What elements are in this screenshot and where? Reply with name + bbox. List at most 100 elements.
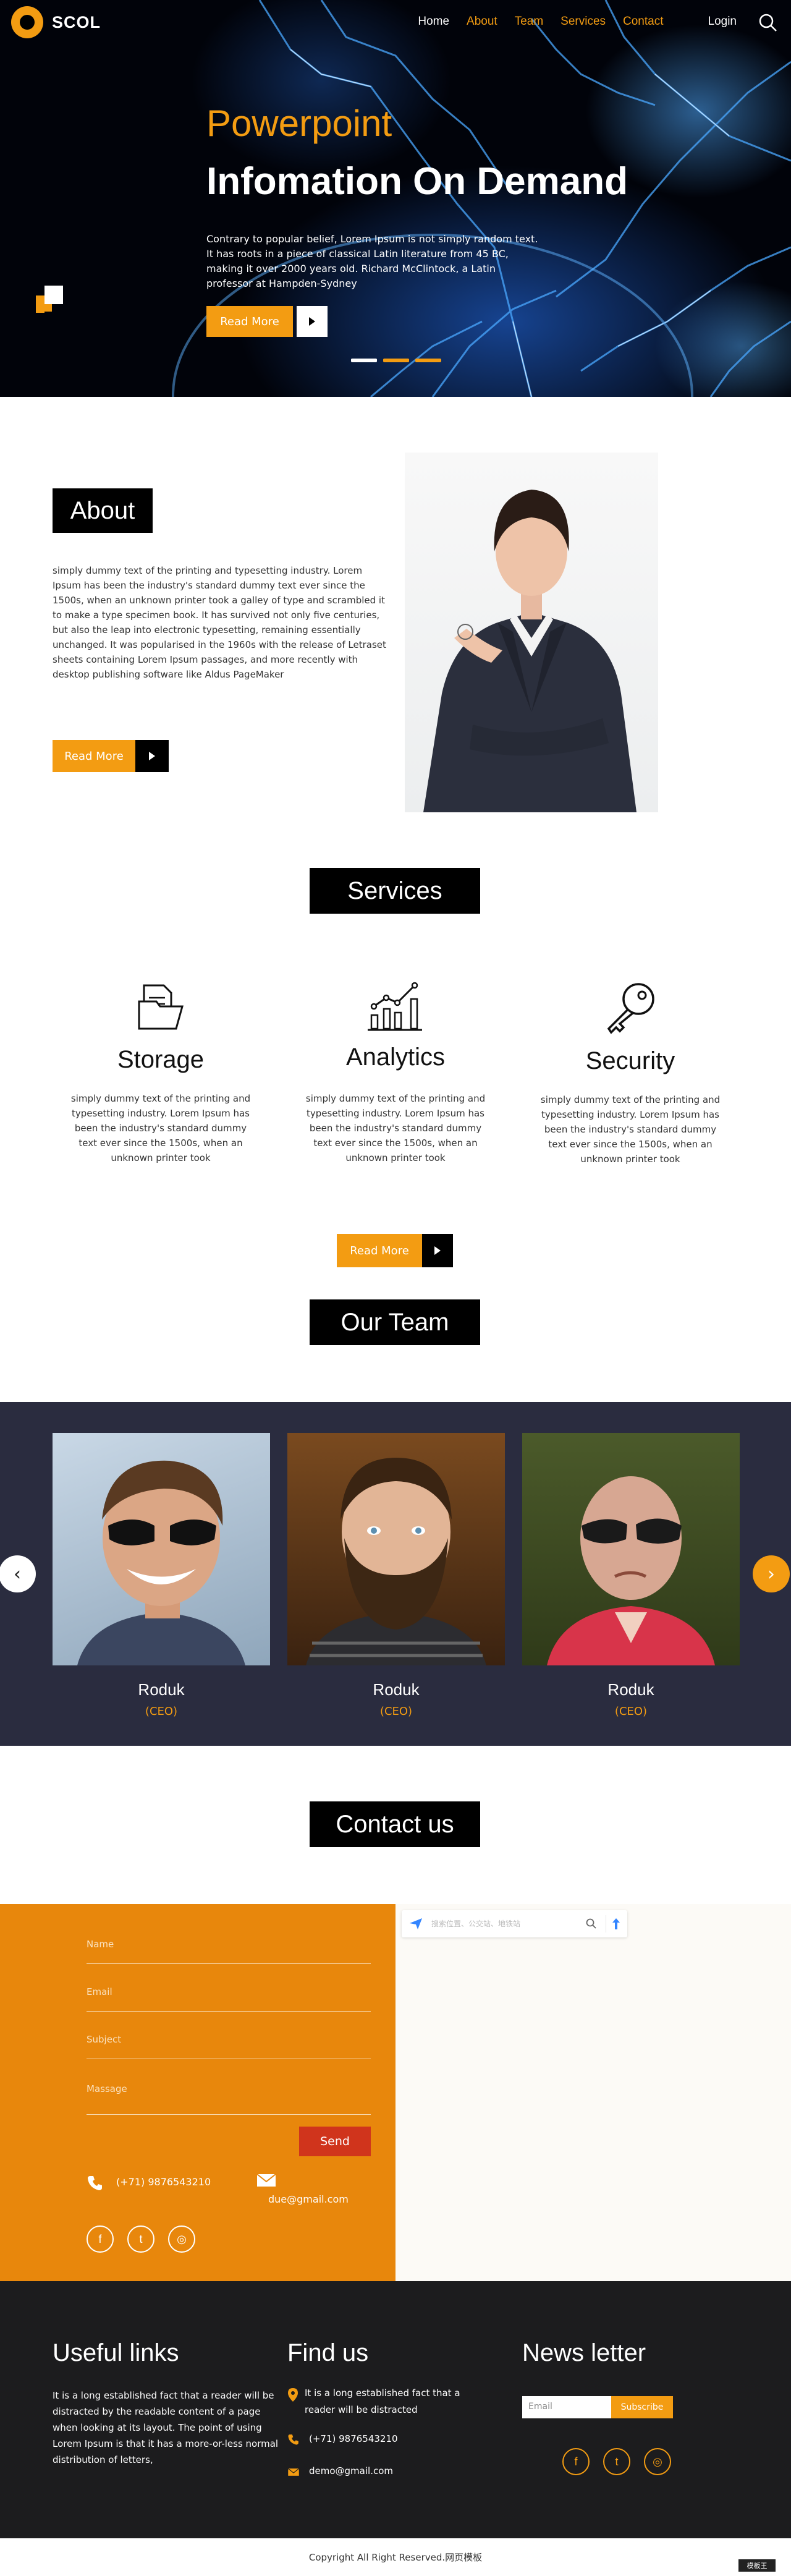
contact-form: Name Email Subject Massage Send (+71) 98… (0, 1904, 396, 2281)
contact-heading: Contact us (310, 1801, 480, 1847)
nav-contact[interactable]: Contact (623, 15, 663, 28)
key-icon (607, 983, 654, 1034)
map-nav-icon[interactable] (409, 1918, 423, 1930)
location-pin-icon (288, 2388, 298, 2402)
message-field-underline (87, 2114, 371, 2115)
map-search-input[interactable]: 搜索位置、公交站、地铁站 (431, 1918, 520, 1929)
find-us-phone: (+71) 9876543210 (309, 2433, 398, 2444)
nav-login[interactable]: Login (708, 15, 737, 28)
service-title: Storage (117, 1046, 205, 1073)
team-section: ‹ › Roduk (CEO) Roduk (CEO) Roduk (CEO) (0, 1402, 791, 1746)
site-badge: 模板王 (738, 2559, 776, 2572)
slider-dot[interactable] (415, 359, 441, 362)
copyright-text: Copyright All Right Reserved.网页模板 (308, 2552, 483, 2563)
about-text: simply dummy text of the printing and ty… (53, 565, 386, 680)
hero-description: Contrary to popular belief, Lorem Ipsum … (206, 233, 538, 289)
team-member-photo (522, 1433, 740, 1665)
footer: Useful links It is a long established fa… (0, 2281, 791, 2576)
services-read-more-button[interactable]: Read More (337, 1234, 422, 1267)
map-search-bar: 搜索位置、公交站、地铁站 (402, 1910, 627, 1937)
about-arrow-button[interactable] (135, 740, 169, 772)
about-businesswoman-photo (405, 453, 658, 812)
brand-name: SCOL (52, 12, 101, 32)
nav-services[interactable]: Services (560, 15, 606, 28)
service-storage: Storage simply dummy text of the printin… (62, 979, 260, 1165)
service-analytics: Analytics simply dummy text of the print… (297, 979, 494, 1165)
team-member-name: Roduk (373, 1680, 420, 1699)
hero-read-more-button[interactable]: Read More (206, 306, 293, 337)
send-button[interactable]: Send (299, 2127, 371, 2156)
service-title: Security (585, 1047, 675, 1074)
team-heading: Our Team (310, 1299, 480, 1345)
useful-links-text: It is a long established fact that a rea… (53, 2390, 279, 2465)
map-panel: 搜索位置、公交站、地铁站 (396, 1904, 791, 2281)
nav-home[interactable]: Home (418, 15, 449, 28)
find-us-title: Find us (287, 2339, 369, 2366)
map-search-icon[interactable] (586, 1918, 597, 1929)
chevron-left-icon: ‹ (14, 1563, 21, 1585)
copyright-bar: Copyright All Right Reserved.网页模板 模板王 (0, 2538, 791, 2576)
play-arrow-icon (434, 1246, 441, 1255)
service-security: Security simply dummy text of the printi… (531, 979, 729, 1167)
hero-title: Infomation On Demand (206, 160, 628, 203)
newsletter-title: News letter (522, 2339, 646, 2366)
folder-icon (138, 984, 184, 1030)
twitter-icon[interactable]: t (603, 2448, 630, 2475)
instagram-icon[interactable]: ◎ (644, 2448, 671, 2475)
services-heading: Services (310, 868, 480, 914)
services-arrow-button[interactable] (422, 1234, 453, 1267)
service-text: simply dummy text of the printing and ty… (540, 1094, 721, 1165)
hero-arrow-button[interactable] (297, 306, 328, 337)
main-nav: Home About Team Services Contact Login (400, 12, 791, 32)
subject-field[interactable]: Subject (87, 2034, 121, 2045)
hero-banner: SCOL Home About Team Services Contact Lo… (0, 0, 791, 397)
team-member-photo (287, 1433, 505, 1665)
about-heading: About (53, 488, 153, 533)
message-field[interactable]: Massage (87, 2083, 127, 2094)
slider-indicators (351, 359, 441, 362)
play-arrow-icon (149, 752, 155, 760)
facebook-icon[interactable]: f (562, 2448, 590, 2475)
name-field-underline (87, 1963, 371, 1964)
team-member-role: (CEO) (614, 1705, 648, 1718)
team-next-button[interactable]: › (753, 1555, 790, 1592)
email-field[interactable]: Email (87, 1986, 112, 1997)
name-field[interactable]: Name (87, 1939, 114, 1950)
newsletter-placeholder: Email (528, 2402, 552, 2412)
decorative-square (36, 304, 44, 313)
team-member-role: (CEO) (379, 1705, 413, 1718)
service-text: simply dummy text of the printing and ty… (70, 1093, 251, 1163)
subscribe-button[interactable]: Subscribe (611, 2396, 673, 2418)
phone-icon (88, 2176, 102, 2190)
email-field-underline (87, 2011, 371, 2012)
search-icon[interactable] (759, 14, 777, 32)
contact-phone: (+71) 9876543210 (116, 2176, 211, 2188)
brand-logo[interactable]: SCOL (11, 6, 101, 38)
useful-links-title: Useful links (53, 2339, 179, 2366)
mail-icon (256, 2174, 276, 2187)
contact-email: due@gmail.com (268, 2193, 349, 2205)
slider-dot[interactable] (383, 359, 409, 362)
slider-dot[interactable] (351, 359, 377, 362)
nav-about[interactable]: About (467, 15, 497, 28)
mail-icon (287, 2468, 300, 2476)
instagram-icon[interactable]: ◎ (168, 2225, 195, 2253)
nav-team[interactable]: Team (515, 15, 543, 28)
team-member-photo (53, 1433, 270, 1665)
play-arrow-icon (309, 317, 315, 326)
find-us-email: demo@gmail.com (309, 2465, 394, 2476)
route-icon[interactable] (611, 1918, 622, 1930)
team-prev-button[interactable]: ‹ (0, 1555, 36, 1592)
chevron-right-icon: › (768, 1563, 775, 1585)
facebook-icon[interactable]: f (87, 2225, 114, 2253)
logo-icon (11, 6, 43, 38)
about-read-more-button[interactable]: Read More (53, 740, 135, 772)
team-member-role: (CEO) (145, 1705, 178, 1718)
find-us-address: It is a long established fact that a rea… (305, 2387, 460, 2415)
team-member-name: Roduk (607, 1680, 654, 1699)
newsletter-email-input[interactable]: Email (522, 2396, 611, 2418)
decorative-square (44, 286, 63, 304)
team-member-name: Roduk (138, 1680, 185, 1699)
twitter-icon[interactable]: t (127, 2225, 154, 2253)
chart-icon (368, 982, 422, 1031)
